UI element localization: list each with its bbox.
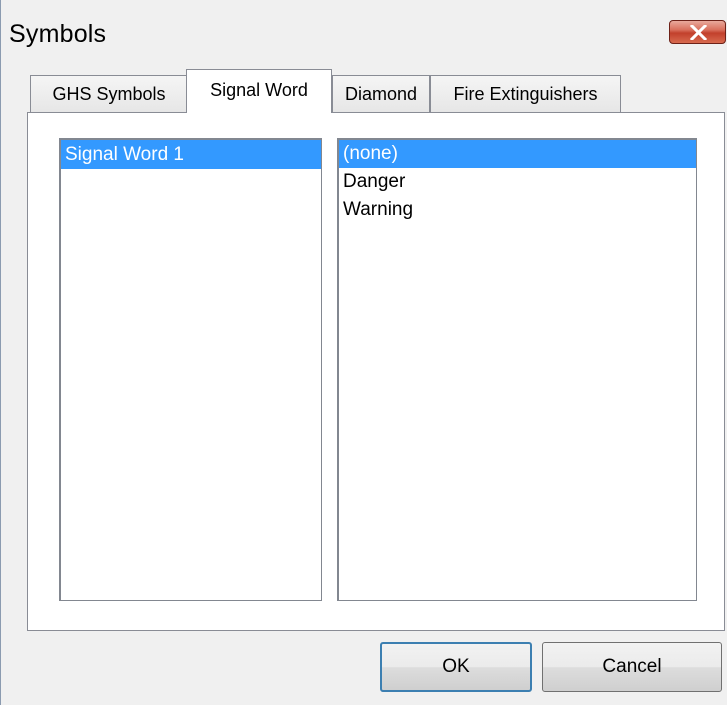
tab-signal-word[interactable]: Signal Word xyxy=(186,69,332,113)
close-x-icon xyxy=(690,25,707,40)
tab-diamond[interactable]: Diamond xyxy=(332,75,430,113)
tab-label: Diamond xyxy=(344,84,418,104)
tab-fire-extinguishers[interactable]: Fire Extinguishers xyxy=(430,75,621,113)
tab-ghs-symbols[interactable]: GHS Symbols xyxy=(30,75,188,113)
tab-label: GHS Symbols xyxy=(52,84,166,104)
list-item[interactable]: Warning xyxy=(339,196,696,224)
ok-button[interactable]: OK xyxy=(380,642,532,692)
signal-word-list[interactable]: Signal Word 1 xyxy=(59,138,322,601)
signal-word-tab-panel: Signal Word 1 (none) Danger Warning xyxy=(27,112,725,631)
close-button[interactable] xyxy=(669,20,726,44)
cancel-button[interactable]: Cancel xyxy=(542,642,722,692)
tab-label: Fire Extinguishers xyxy=(453,84,598,104)
list-item[interactable]: Signal Word 1 xyxy=(61,140,321,169)
tab-label: Signal Word xyxy=(210,80,308,100)
window-title: Symbols xyxy=(9,20,107,48)
signal-word-options-list[interactable]: (none) Danger Warning xyxy=(337,138,697,601)
symbols-dialog: Symbols GHS Symbols Signal Word Diamond … xyxy=(0,0,727,705)
list-item[interactable]: Danger xyxy=(339,168,696,196)
list-item[interactable]: (none) xyxy=(339,140,696,168)
title-bar: Symbols xyxy=(1,0,727,64)
